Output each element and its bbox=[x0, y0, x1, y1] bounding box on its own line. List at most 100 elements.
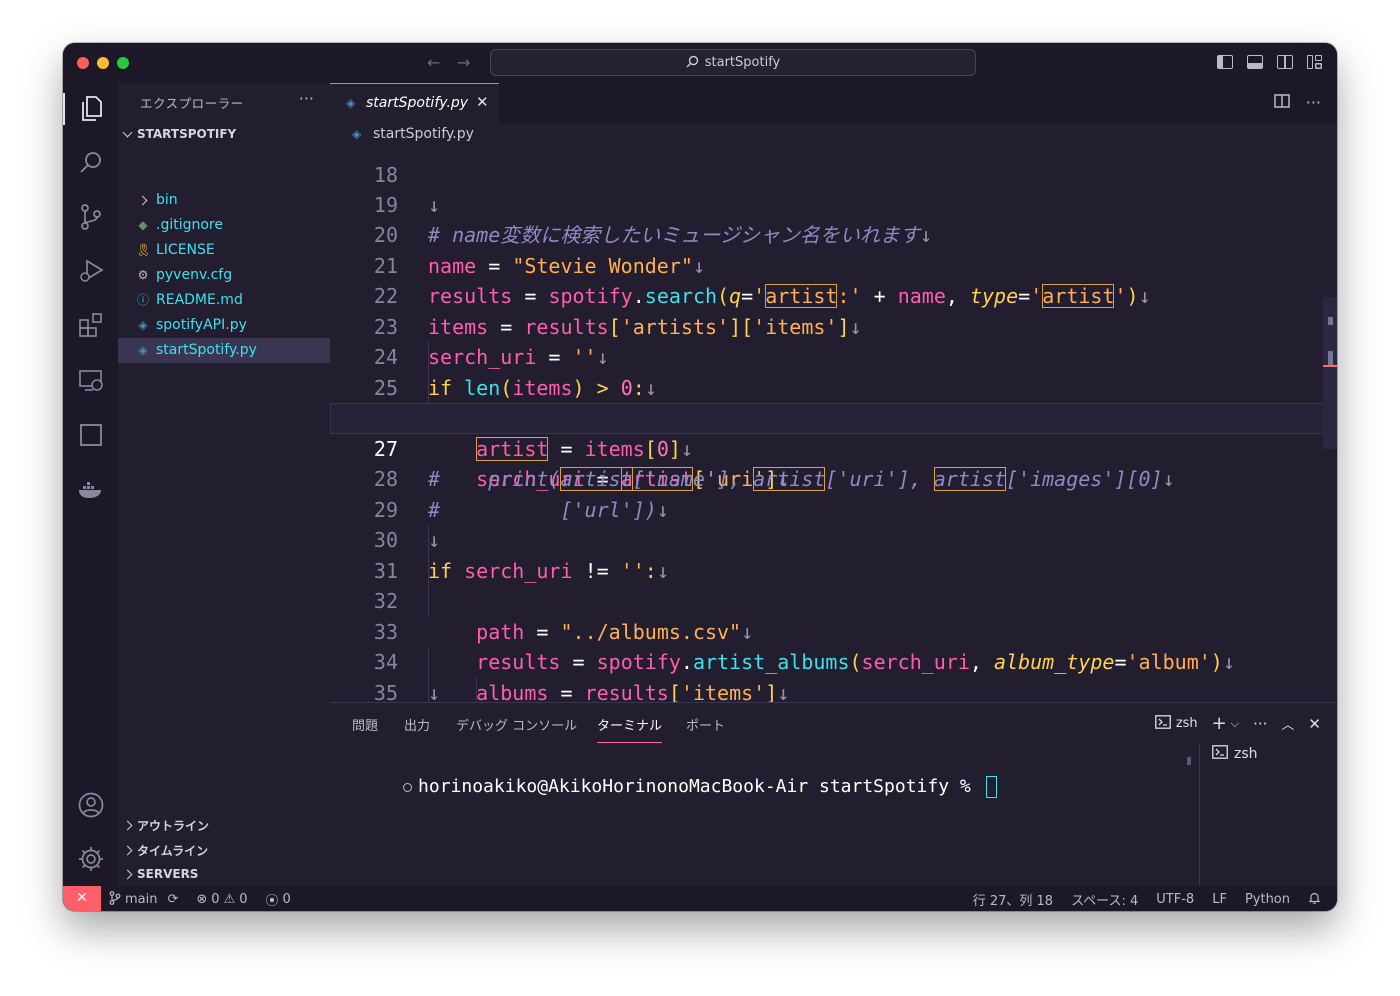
bell-icon[interactable] bbox=[1308, 891, 1321, 909]
servers-label: SERVERS bbox=[137, 867, 199, 881]
code-line: 24 if len(items) > 0:↓ bbox=[330, 312, 1337, 400]
terminal-list-item[interactable]: zsh bbox=[1212, 745, 1258, 763]
encoding[interactable]: UTF-8 bbox=[1156, 892, 1194, 907]
tree-item-gitignore[interactable]: ◆ .gitignore bbox=[118, 213, 330, 238]
tree-item-label: bin bbox=[156, 192, 178, 208]
problems-indicator[interactable]: ⊗ 0 ⚠ 0 bbox=[196, 892, 247, 907]
tab-terminal[interactable]: ターミナル bbox=[597, 715, 663, 743]
zoom-window-button[interactable] bbox=[117, 57, 129, 69]
language-mode[interactable]: Python bbox=[1245, 892, 1290, 907]
accounts-icon[interactable] bbox=[63, 785, 118, 825]
close-panel-icon[interactable]: ✕ bbox=[1308, 715, 1321, 733]
tree-item-readme[interactable]: ⓘ README.md bbox=[118, 288, 330, 313]
tree-item-label: startSpotify.py bbox=[156, 342, 257, 358]
tree-item-label: LICENSE bbox=[156, 242, 215, 258]
forward-arrow-icon[interactable]: → bbox=[457, 53, 470, 72]
tree-item-startspotify[interactable]: ◈ startSpotify.py bbox=[118, 338, 330, 363]
ports-indicator[interactable]: ⦿ 0 bbox=[266, 890, 291, 909]
project-section-header[interactable]: STARTSPOTIFY bbox=[122, 127, 237, 141]
indent-guide bbox=[428, 525, 429, 556]
close-icon[interactable]: ✕ bbox=[476, 93, 489, 111]
more-actions-icon[interactable]: ··· bbox=[299, 89, 314, 108]
end-of-line[interactable]: LF bbox=[1212, 892, 1227, 907]
terminal-list-label: zsh bbox=[1234, 746, 1258, 762]
tab-debug-console[interactable]: デバッグ コンソール bbox=[456, 715, 577, 734]
tab-ports[interactable]: ポート bbox=[686, 715, 725, 734]
breadcrumb-file[interactable]: startSpotify.py bbox=[373, 126, 474, 142]
timeline-section-header[interactable]: タイムライン bbox=[122, 842, 208, 859]
minimize-window-button[interactable] bbox=[97, 57, 109, 69]
code-editor[interactable]: 18 ↓ 19 # name変数に検索したいミュージシャン名をいれます↓ 20 … bbox=[330, 147, 1337, 702]
settings-gear-icon[interactable] bbox=[63, 839, 118, 879]
bottom-panel: 問題 出力 デバッグ コンソール ターミナル ポート zsh + ⌵ ··· ︿… bbox=[330, 702, 1337, 887]
indent-guide bbox=[428, 372, 429, 403]
remote-explorer-icon[interactable] bbox=[63, 361, 118, 401]
python-icon: ◈ bbox=[138, 343, 148, 357]
info-icon: ⓘ bbox=[136, 293, 149, 307]
docker-icon[interactable] bbox=[63, 469, 118, 509]
explorer-icon[interactable] bbox=[63, 89, 118, 129]
servers-section-header[interactable]: SERVERS bbox=[122, 867, 199, 881]
tab-problems[interactable]: 問題 bbox=[352, 715, 378, 734]
terminal-output[interactable]: horinoakiko@AkikoHorinonoMacBook-Air sta… bbox=[338, 755, 997, 819]
add-terminal-icon[interactable]: + bbox=[1212, 713, 1227, 734]
source-control-icon[interactable] bbox=[63, 197, 118, 237]
customize-layout-icon[interactable] bbox=[1307, 55, 1323, 69]
chevron-right-icon bbox=[122, 845, 133, 856]
square-view-icon[interactable] bbox=[63, 415, 118, 455]
close-window-button[interactable] bbox=[77, 57, 89, 69]
tab-label: startSpotify.py bbox=[366, 95, 469, 111]
toggle-secondary-sidebar-icon[interactable] bbox=[1277, 55, 1293, 69]
tab-startspotify[interactable]: ◈ startSpotify.py ✕ bbox=[330, 83, 499, 123]
search-sidebar-icon[interactable] bbox=[63, 143, 118, 183]
chevron-down-icon[interactable]: ⌵ bbox=[1231, 717, 1239, 731]
code-line: 36 results = spotify.next(results)↓ bbox=[330, 677, 1337, 702]
remote-indicator-icon[interactable]: ✕ bbox=[63, 886, 101, 911]
indent-guide bbox=[428, 555, 429, 586]
split-editor-icon[interactable] bbox=[1273, 93, 1290, 112]
tree-item-bin[interactable]: bin bbox=[118, 188, 330, 213]
tree-item-license[interactable]: 🎗 LICENSE bbox=[118, 238, 330, 263]
toggle-panel-icon[interactable] bbox=[1247, 55, 1263, 69]
indent-guide bbox=[428, 586, 429, 617]
indentation[interactable]: スペース: 4 bbox=[1071, 890, 1138, 909]
cursor-position[interactable]: 行 27、列 18 bbox=[973, 890, 1053, 909]
toggle-primary-sidebar-icon[interactable] bbox=[1217, 55, 1233, 69]
shell-name: zsh bbox=[1175, 716, 1198, 731]
indent-guide bbox=[428, 342, 429, 373]
code-line: 28 # ['url'])↓ bbox=[330, 434, 1337, 522]
branch-indicator[interactable]: main bbox=[109, 890, 157, 909]
maximize-panel-icon[interactable]: ︿ bbox=[1281, 714, 1294, 733]
tree-item-pyvenv[interactable]: ⚙ pyvenv.cfg bbox=[118, 263, 330, 288]
more-actions-icon[interactable]: ··· bbox=[1253, 715, 1267, 733]
indent-guide bbox=[428, 647, 429, 678]
back-arrow-icon[interactable]: ← bbox=[427, 53, 440, 72]
python-icon: ◈ bbox=[138, 318, 148, 332]
more-actions-icon[interactable]: ··· bbox=[1306, 93, 1321, 112]
outline-section-header[interactable]: アウトライン bbox=[122, 817, 209, 834]
ports-count: 0 bbox=[282, 892, 291, 907]
tree-item-spotifyapi[interactable]: ◈ spotifyAPI.py bbox=[118, 313, 330, 338]
explorer-title: エクスプローラー bbox=[140, 96, 244, 111]
terminal-icon bbox=[1212, 745, 1228, 763]
terminal-scrollbar[interactable] bbox=[1187, 757, 1191, 765]
run-debug-icon[interactable] bbox=[63, 251, 118, 291]
command-center[interactable]: startSpotify bbox=[490, 49, 976, 76]
code-line: 25 artist = items[0]↓ bbox=[330, 342, 1337, 461]
warning-count: 0 bbox=[239, 892, 248, 907]
status-bar: ✕ main ⟳ ⊗ 0 ⚠ 0 ⦿ 0 行 27、列 18 スペース: 4 UTF-… bbox=[63, 886, 1337, 911]
scrollbar-overview[interactable] bbox=[1323, 297, 1337, 449]
sync-icon[interactable]: ⟳ bbox=[167, 892, 178, 907]
extensions-icon[interactable] bbox=[63, 305, 118, 345]
warning-icon: ⚠ bbox=[223, 892, 236, 907]
tree-item-label: README.md bbox=[156, 292, 243, 308]
code-line: 29 ↓ bbox=[330, 464, 1337, 553]
title-bar: ← → startSpotify bbox=[63, 43, 1337, 83]
git-icon: ◆ bbox=[138, 218, 148, 232]
terminal-shell-selector[interactable]: zsh bbox=[1154, 714, 1198, 733]
vscode-window: ← → startSpotify エクスプローラー ··· STARTSPOTI… bbox=[63, 43, 1337, 911]
tab-output[interactable]: 出力 bbox=[404, 715, 430, 734]
code-line: 30 if serch_uri != '':↓ bbox=[330, 495, 1337, 583]
command-decoration-icon bbox=[403, 782, 413, 792]
project-name: STARTSPOTIFY bbox=[137, 127, 237, 141]
